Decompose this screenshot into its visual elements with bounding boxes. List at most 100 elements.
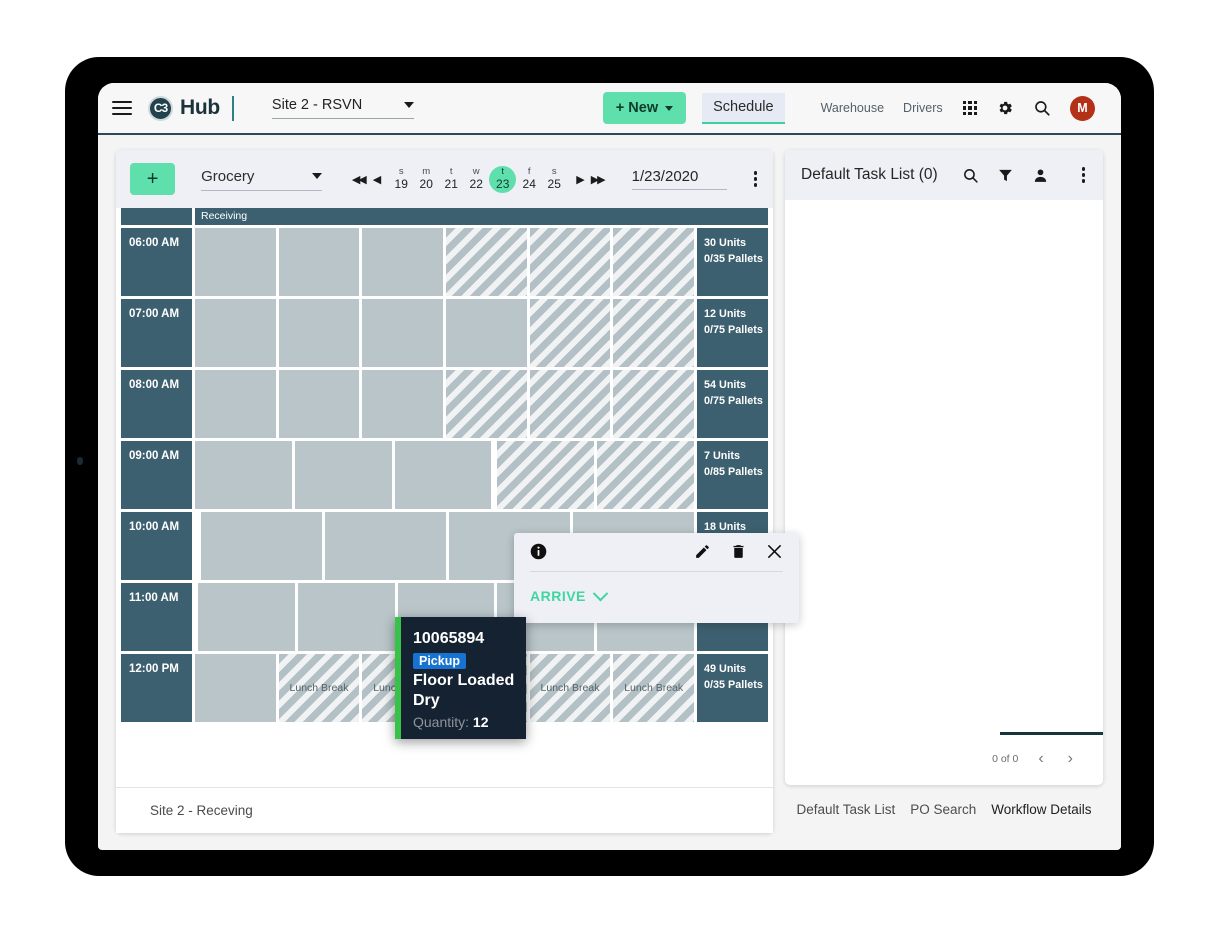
day-21[interactable]: t 21 — [439, 164, 463, 194]
schedule-card: + Grocery ◀◀ ◀ s 19 — [116, 150, 773, 833]
task-pager: 0 of 0 ‹ › — [785, 733, 1103, 785]
close-icon[interactable] — [766, 543, 783, 560]
slot-open[interactable] — [279, 370, 360, 438]
jump-last-button[interactable]: ▶▶ — [589, 173, 606, 186]
summary-units: 49 Units — [704, 662, 768, 678]
category-selector-value: Grocery — [201, 168, 254, 185]
tab-default-task-list[interactable]: Default Task List — [796, 802, 895, 817]
day-dow: f — [517, 167, 541, 178]
day-25[interactable]: s 25 — [542, 164, 566, 194]
slot-open[interactable] — [325, 512, 446, 580]
appointment-action-popup: ARRIVE — [514, 533, 799, 623]
day-20[interactable]: m 20 — [414, 164, 438, 194]
arrive-action-dropdown[interactable]: ARRIVE — [530, 588, 783, 604]
row-time-label: 10:00 AM — [121, 512, 192, 580]
filter-icon[interactable] — [997, 167, 1014, 184]
slot-open[interactable] — [362, 370, 443, 438]
row-time-label: 11:00 AM — [121, 583, 192, 651]
brand-logo: C3 Hub — [148, 96, 234, 121]
slot-open[interactable] — [279, 299, 360, 367]
slot-blocked — [597, 441, 694, 509]
day-dow: m — [414, 167, 438, 178]
tooltip-quantity: Quantity: 12 — [413, 714, 516, 730]
brand-divider — [232, 96, 234, 121]
day-22[interactable]: w 22 — [464, 164, 488, 194]
day-24[interactable]: f 24 — [517, 164, 541, 194]
trash-icon[interactable] — [730, 543, 747, 560]
apps-grid-icon[interactable] — [963, 101, 977, 115]
slot-open[interactable] — [201, 512, 322, 580]
day-navigator: ◀◀ ◀ s 19 m 20 t — [350, 164, 606, 194]
site-selector-value: Site 2 - RSVN — [272, 97, 362, 113]
pager-prev-button[interactable]: ‹ — [1034, 750, 1047, 768]
slot-open[interactable] — [195, 654, 276, 722]
row-summary: 54 Units 0/75 Pallets — [697, 370, 768, 438]
slot-open[interactable] — [195, 370, 276, 438]
slot-open[interactable] — [395, 441, 492, 509]
jump-first-button[interactable]: ◀◀ — [350, 173, 367, 186]
add-appointment-button[interactable]: + — [130, 163, 175, 195]
zone-header-receiving: Receiving — [195, 208, 768, 225]
avatar[interactable]: M — [1070, 96, 1095, 121]
new-button-label: + New — [616, 100, 658, 116]
slot-open[interactable] — [279, 228, 360, 296]
row-time-label: 08:00 AM — [121, 370, 192, 438]
tab-po-search[interactable]: PO Search — [910, 802, 976, 817]
tooltip-desc-line2: Dry — [413, 691, 516, 711]
slot-open[interactable] — [195, 299, 276, 367]
date-input[interactable]: 1/23/2020 — [632, 168, 727, 190]
row-time-label: 09:00 AM — [121, 441, 192, 509]
popup-toolbar — [530, 543, 783, 560]
slot-open[interactable] — [362, 299, 443, 367]
day-dow: s — [542, 167, 566, 178]
prev-day-button[interactable]: ◀ — [371, 173, 381, 186]
slot-lunch-break: Lunch Break — [530, 654, 611, 722]
day-strip: s 19 m 20 t 21 — [389, 164, 566, 194]
task-panel-header: Default Task List (0) — [785, 150, 1103, 200]
pager-count: 0 of 0 — [992, 753, 1018, 765]
pencil-icon[interactable] — [694, 543, 711, 560]
slot-blocked — [497, 441, 594, 509]
pager-next-button[interactable]: › — [1064, 750, 1077, 768]
summary-units: 7 Units — [704, 449, 768, 465]
lunch-break-label: Lunch Break — [290, 682, 349, 694]
day-number: 19 — [389, 178, 413, 191]
brand-name: Hub — [180, 96, 220, 120]
app-top-bar: C3 Hub Site 2 - RSVN + New Schedule Ware… — [98, 83, 1121, 135]
new-button[interactable]: + New — [603, 92, 686, 124]
tooltip-appointment-id: 10065894 — [413, 629, 516, 649]
category-selector[interactable]: Grocery — [201, 168, 322, 191]
task-panel-body: Default Task List (0) — [785, 150, 1103, 785]
slot-open[interactable] — [295, 441, 392, 509]
slot-open[interactable] — [195, 441, 292, 509]
nav-link-warehouse[interactable]: Warehouse — [821, 101, 884, 115]
tablet-device-frame: C3 Hub Site 2 - RSVN + New Schedule Ware… — [65, 57, 1154, 876]
nav-link-drivers[interactable]: Drivers — [903, 101, 943, 115]
tooltip-quantity-value: 12 — [473, 714, 489, 730]
search-icon[interactable] — [962, 167, 979, 184]
appointment-tooltip: 10065894 Pickup Floor Loaded Dry Quantit… — [395, 617, 526, 739]
grid-row: 07:00 AM 12 Units 0/75 Pallets — [121, 299, 768, 367]
search-icon[interactable] — [1033, 99, 1051, 117]
chevron-down-icon — [404, 102, 414, 108]
slot-open[interactable] — [195, 228, 276, 296]
tab-schedule[interactable]: Schedule — [702, 93, 784, 124]
task-panel-kebab-menu-icon[interactable] — [1080, 165, 1087, 184]
slot-open[interactable] — [298, 583, 395, 651]
site-selector[interactable]: Site 2 - RSVN — [272, 97, 414, 119]
info-icon[interactable] — [530, 543, 547, 560]
schedule-kebab-menu-icon[interactable] — [752, 169, 759, 188]
person-icon[interactable] — [1032, 167, 1049, 184]
task-panel-title: Default Task List (0) — [801, 166, 944, 184]
day-19[interactable]: s 19 — [389, 164, 413, 194]
tab-workflow-details[interactable]: Workflow Details — [991, 802, 1091, 817]
gear-icon[interactable] — [996, 99, 1014, 117]
slot-open[interactable] — [446, 299, 527, 367]
day-23-selected[interactable]: t 23 — [489, 166, 516, 193]
hamburger-menu-icon[interactable] — [112, 101, 132, 115]
slot-open[interactable] — [362, 228, 443, 296]
schedule-toolbar: + Grocery ◀◀ ◀ s 19 — [116, 150, 773, 208]
next-day-button[interactable]: ▶ — [574, 173, 584, 186]
slot-open[interactable] — [198, 583, 295, 651]
slot-blocked — [530, 228, 611, 296]
